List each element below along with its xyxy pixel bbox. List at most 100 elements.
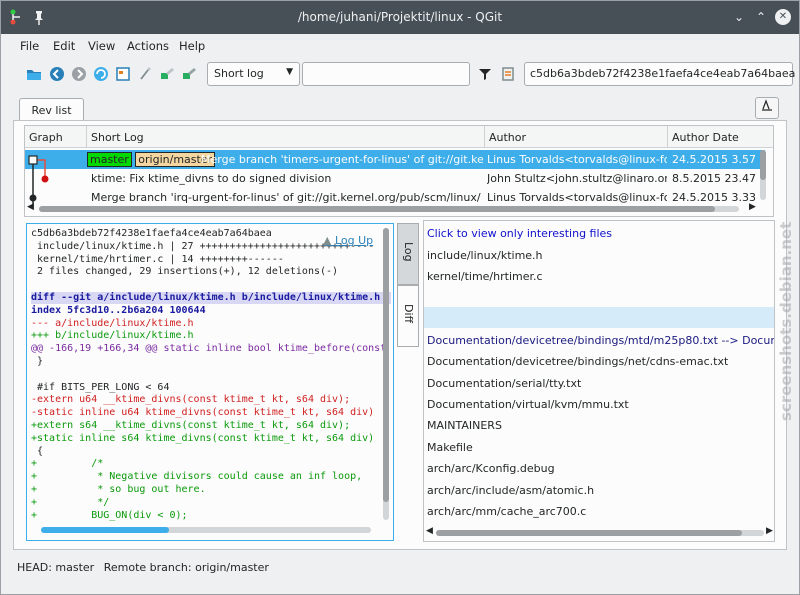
diff-line: @@ -166,19 +166,34 @@ static inline bool… (31, 343, 393, 355)
menu-bar: File Edit View Actions Help (1, 35, 799, 57)
scrollbar-thumb[interactable] (41, 527, 169, 533)
search-input[interactable] (302, 62, 470, 86)
title-bar: /home/juhani/Projektit/linux - QGit ⌄ ⌃ … (1, 1, 799, 34)
column-short-log[interactable]: Short Log (87, 126, 485, 148)
close-tab-button[interactable] (755, 97, 779, 119)
view-icon[interactable] (113, 64, 133, 84)
scrollbar-thumb[interactable] (760, 150, 766, 180)
diff-view[interactable]: c5db6a3bdeb72f4238e1faefa4ce4eab7a64baea… (26, 223, 394, 541)
rev-list-header: Graph Short Log Author Author Date (25, 126, 773, 148)
diff-line: c5db6a3bdeb72f4238e1faefa4ce4eab7a64baea (31, 228, 272, 239)
diff-line: +extern s64 __ktime_divns(const ktime_t … (31, 420, 351, 431)
scroll-right-icon[interactable]: ▶ (766, 526, 773, 536)
list-item[interactable]: Documentation/devicetree/bindings/net/cd… (427, 355, 728, 368)
diff-line: + /* (31, 458, 104, 470)
window-title: /home/juhani/Projektit/linux - QGit (297, 10, 503, 24)
list-item[interactable]: Documentation/devicetree/bindings/mtd/m2… (427, 334, 774, 347)
chevron-down-icon: ▼ (286, 67, 293, 77)
apply-icon[interactable] (179, 64, 199, 84)
minimize-button[interactable]: ⌄ (731, 9, 747, 25)
column-author[interactable]: Author (485, 126, 668, 148)
log-up-link[interactable]: ▲ Log Up (323, 234, 373, 247)
close-button[interactable]: ✕ (775, 9, 791, 25)
status-bar: HEAD: master Remote branch: origin/maste… (17, 561, 269, 574)
forward-icon[interactable] (69, 64, 89, 84)
scroll-right-icon[interactable]: ▶ (749, 202, 756, 212)
menu-actions[interactable]: Actions (127, 39, 169, 53)
column-author-date[interactable]: Author Date (668, 126, 773, 148)
table-row[interactable]: ktime: Fix ktime_divns to do signed divi… (25, 169, 765, 188)
diff-line: --- a/include/linux/ktime.h (31, 317, 194, 329)
log-up-label: Log Up (334, 234, 374, 247)
menu-edit[interactable]: Edit (53, 39, 75, 53)
filter-funnel-icon[interactable] (475, 64, 495, 84)
diff-line: 2 files changed, 29 insertions(+), 12 de… (31, 266, 339, 278)
scrollbar-thumb[interactable] (436, 530, 742, 536)
tab-diff[interactable]: Diff (397, 285, 419, 347)
table-row[interactable]: master origin/master Merge branch 'timer… (25, 150, 765, 169)
menu-file[interactable]: File (20, 39, 39, 53)
commit-graph (28, 155, 49, 206)
list-item[interactable]: kernel/time/hrtimer.c (427, 270, 543, 283)
diff-line: diff --git a/include/linux/ktime.h b/inc… (31, 292, 391, 304)
tab-log[interactable]: Log (397, 223, 419, 285)
menu-help[interactable]: Help (179, 39, 205, 53)
author-cell: Linus Torvalds<torvalds@linux-fou... (487, 191, 667, 204)
scroll-left-icon[interactable]: ◀ (27, 202, 34, 212)
commit-node (41, 175, 49, 183)
column-graph[interactable]: Graph (25, 126, 87, 148)
diff-line: -static inline u64 ktime_divns(const kti… (31, 407, 375, 419)
list-item[interactable]: arch/arc/include/asm/atomic.h (427, 484, 594, 497)
diff-line: + * so bug out here. (31, 484, 206, 495)
commit-node (29, 194, 37, 202)
ref-badges: master origin/master (87, 152, 216, 167)
list-item[interactable]: Documentation/serial/tty.txt (427, 377, 581, 390)
diff-line: +static inline s64 ktime_divns(const kti… (31, 432, 375, 444)
list-item[interactable]: Makefile (427, 441, 473, 454)
rev-list-table: Graph Short Log Author Author Date maste… (24, 125, 774, 217)
scroll-left-icon[interactable]: ◀ (426, 526, 433, 536)
tab-rev-list[interactable]: Rev list (19, 98, 84, 121)
filter-mode-select[interactable]: Short log ▼ (207, 62, 300, 86)
diff-line: index 5fc3d10..2b6a204 100644 (31, 304, 206, 316)
scrollbar-thumb[interactable] (39, 206, 715, 212)
up-arrow-icon: ▲ (323, 234, 332, 247)
maximize-button[interactable]: ⌃ (753, 9, 769, 25)
diff-line: { (31, 445, 44, 457)
list-item[interactable]: Documentation/virtual/kvm/mmu.txt (427, 398, 629, 411)
table-row[interactable]: Merge branch 'irq-urgent-for-linus' of g… (25, 188, 765, 207)
list-item[interactable]: include/linux/ktime.h (427, 249, 543, 262)
author-cell: John Stultz<john.stultz@linaro.org> (487, 172, 667, 185)
sha-field[interactable]: c5db6a3bdeb72f4238e1faefa4ce4eab7a64baea (524, 62, 795, 86)
list-item[interactable]: MAINTAINERS (427, 419, 502, 432)
short-log-cell: Merge branch 'timers-urgent-for-linus' o… (201, 153, 483, 166)
patch-icon[interactable] (157, 64, 177, 84)
short-log-cell: ktime: Fix ktime_divns to do signed divi… (91, 172, 332, 185)
file-list[interactable]: Click to view only interesting files inc… (423, 220, 775, 542)
diff-line: + BUG_ON(div < 0); (31, 509, 188, 521)
filter-mode-value: Short log (214, 67, 264, 80)
refresh-icon[interactable] (91, 64, 111, 84)
list-item[interactable]: arch/arc/Kconfig.debug (427, 462, 555, 475)
diff-line: + * Negative divisors could cause an inf… (31, 471, 363, 483)
remote-branch-status: Remote branch: origin/master (103, 561, 269, 574)
branch-badge: master (87, 152, 132, 167)
diff-line: + */ (31, 496, 110, 508)
scrollbar-thumb[interactable] (383, 228, 389, 502)
back-icon[interactable] (47, 64, 67, 84)
flag-icon[interactable] (498, 64, 518, 84)
diff-line: -extern u64 __ktime_divns(const ktime_t … (31, 394, 351, 406)
interesting-files-link[interactable]: Click to view only interesting files (427, 227, 612, 240)
list-separator (424, 307, 774, 328)
open-folder-icon[interactable] (24, 64, 44, 84)
watermark: screenshots.debian.net (777, 221, 795, 421)
tab-diff-label: Diff (402, 304, 415, 324)
merge-node (28, 155, 38, 165)
side-tabs: Log Diff (397, 223, 419, 347)
date-cell: 8.5.2015 23.47 (672, 172, 756, 185)
date-cell: 24.5.2015 3.33 (672, 191, 756, 204)
qgit-window: /home/juhani/Projektit/linux - QGit ⌄ ⌃ … (0, 0, 800, 595)
wand-icon[interactable] (135, 64, 155, 84)
menu-view[interactable]: View (88, 39, 115, 53)
list-item[interactable]: arch/arc/mm/cache_arc700.c (427, 505, 586, 518)
